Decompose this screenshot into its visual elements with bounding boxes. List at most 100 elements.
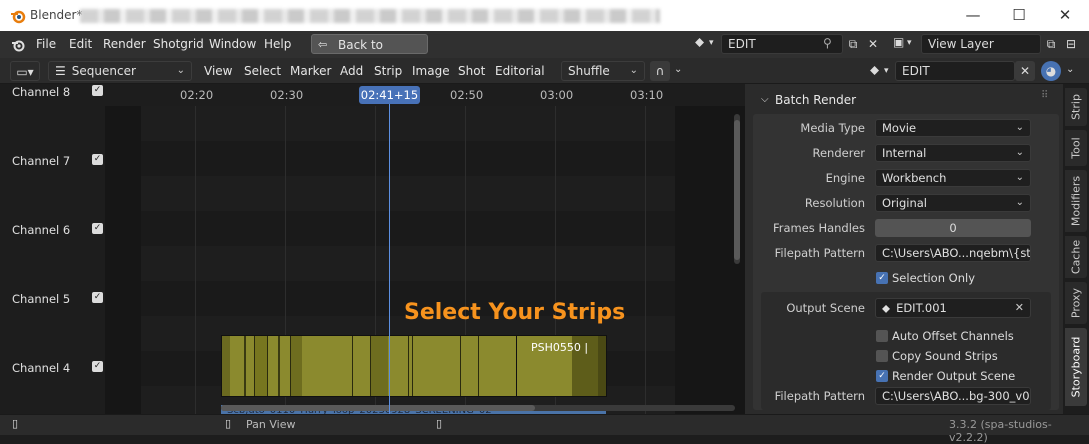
strip-cut — [412, 336, 413, 396]
blender-logo-icon — [11, 10, 26, 24]
scene-selector[interactable]: ⬥ ▾ EDIT ⚲ ⧉ ✕ — [693, 34, 885, 54]
scene-icon: ⬥ — [882, 301, 891, 315]
resolution-value: Original — [882, 196, 928, 210]
vertical-scrollbar-thumb[interactable] — [734, 120, 740, 260]
strip-segment — [290, 336, 302, 396]
renderer-dropdown[interactable]: Internal ⌄ — [875, 144, 1031, 162]
vertical-scrollbar[interactable] — [734, 114, 740, 264]
view-layer-icon: ▣ — [893, 35, 905, 49]
channel-8-checkbox[interactable]: ✓ — [92, 85, 103, 96]
minimize-button[interactable]: — — [963, 6, 983, 24]
chevron-down-icon: ⌄ — [1015, 197, 1024, 208]
resolution-dropdown[interactable]: Original ⌄ — [875, 194, 1031, 212]
chevron-down-icon: ⌄ — [176, 65, 185, 76]
strip-cut — [352, 336, 353, 396]
time-tick: 03:10 — [630, 88, 664, 102]
menu-file[interactable]: File — [36, 37, 56, 51]
window-title-path-blurred — [80, 9, 660, 23]
new-scene-icon[interactable]: ⧉ — [843, 34, 863, 54]
menu-marker[interactable]: Marker — [290, 64, 331, 78]
tab-cache[interactable]: Cache — [1065, 236, 1087, 278]
resolution-label: Resolution — [804, 196, 865, 210]
sidebar-tabs: Strip Tool Modifiers Cache Proxy Storybo… — [1063, 84, 1089, 414]
mouse-left-icon: ▯ — [12, 417, 19, 430]
sequencer-scene-field[interactable]: EDIT — [895, 61, 1015, 81]
output-scene-field[interactable]: ⬥ EDIT.001 ✕ — [875, 298, 1031, 318]
out-of-range-area — [105, 106, 141, 414]
sequencer-header: ▭▾ ☰ Sequencer ⌄ View Select Marker Add S… — [0, 58, 1089, 84]
movie-strip[interactable]: PSH0550 | — [221, 335, 607, 397]
menu-help[interactable]: Help — [264, 37, 291, 51]
tab-proxy[interactable]: Proxy — [1065, 282, 1087, 324]
view-layer-selector[interactable]: ▣ ▾ View Layer ⧉ ⊟ — [891, 34, 1085, 54]
menu-shot[interactable]: Shot — [458, 64, 485, 78]
strip-cut — [244, 336, 246, 396]
batch-render-panel-header[interactable]: ⌵ Batch Render ⠿ — [753, 90, 1059, 114]
horizontal-scrollbar[interactable] — [221, 405, 735, 411]
tab-storyboard[interactable]: Storyboard — [1065, 328, 1087, 406]
strip-label: PSH0550 | — [531, 341, 589, 354]
pin-icon[interactable]: ⚲ — [823, 36, 832, 50]
channel-7-label: Channel 7 — [12, 154, 71, 168]
copy-sound-strips-checkbox[interactable] — [876, 350, 888, 362]
menu-strip[interactable]: Strip — [374, 64, 402, 78]
menu-image[interactable]: Image — [412, 64, 450, 78]
back-to-previous-button[interactable]: ⇦ Back to Previous — [311, 34, 428, 72]
menu-shotgrid[interactable]: Shotgrid — [153, 37, 204, 51]
channel-6-checkbox[interactable]: ✓ — [92, 223, 103, 234]
menu-select[interactable]: Select — [244, 64, 281, 78]
close-window-button[interactable]: ✕ — [1055, 6, 1075, 24]
time-tick: 02:50 — [450, 88, 484, 102]
chevron-down-icon[interactable]: ▾ — [884, 66, 889, 76]
overlay-toggle-icon[interactable]: ◕ — [1041, 61, 1061, 81]
maximize-button[interactable]: ☐ — [1009, 6, 1029, 24]
clear-scene-icon[interactable]: ✕ — [1015, 61, 1035, 81]
chevron-down-icon: ▾ — [907, 38, 912, 48]
snap-icon[interactable]: ∩ — [650, 61, 670, 81]
tab-strip[interactable]: Strip — [1065, 88, 1087, 126]
filepath-pattern-2-field[interactable]: C:\Users\ABO...bg-300_v005 — [875, 387, 1031, 405]
delete-scene-icon[interactable]: ✕ — [863, 34, 883, 54]
menu-window[interactable]: Window — [209, 37, 256, 51]
drag-handle-icon[interactable]: ⠿ — [1041, 90, 1048, 101]
frames-handles-field[interactable]: 0 — [875, 219, 1031, 237]
clear-icon[interactable]: ✕ — [1015, 299, 1024, 317]
top-menu-bar: File Edit Render Shotgrid Window Help ⇦ … — [0, 31, 1089, 72]
filepath-pattern-field[interactable]: C:\Users\ABO...nqebm\{strip} — [875, 244, 1031, 262]
tab-tool[interactable]: Tool — [1065, 130, 1087, 166]
selection-only-checkbox[interactable]: ✓ — [876, 272, 888, 284]
menu-render[interactable]: Render — [103, 37, 146, 51]
blender-menu-icon[interactable] — [10, 37, 26, 53]
new-view-layer-icon[interactable]: ⧉ — [1041, 34, 1061, 54]
tab-modifiers[interactable]: Modifiers — [1065, 170, 1087, 232]
strip-cut — [516, 336, 517, 396]
status-bar: ▯ ▯ Pan View ▯ 3.3.2 (spa-studios-v2.2.2… — [0, 414, 1089, 444]
channel-7-checkbox[interactable]: ✓ — [92, 154, 103, 165]
menu-add[interactable]: Add — [340, 64, 363, 78]
playhead-line[interactable] — [389, 104, 390, 414]
chevron-down-icon: ⌄ — [1015, 122, 1024, 133]
delete-view-layer-icon[interactable]: ⊟ — [1061, 34, 1081, 54]
engine-dropdown[interactable]: Workbench ⌄ — [875, 169, 1031, 187]
render-output-scene-checkbox[interactable]: ✓ — [876, 370, 888, 382]
view-type-dropdown[interactable]: ☰ Sequencer ⌄ — [48, 61, 192, 81]
media-type-dropdown[interactable]: Movie ⌄ — [875, 119, 1031, 137]
editor-type-icon[interactable]: ▭▾ — [10, 61, 40, 81]
channel-5-checkbox[interactable]: ✓ — [92, 292, 103, 303]
view-layer-field[interactable]: View Layer — [921, 34, 1041, 54]
playhead-time-label[interactable]: 02:41+15 — [359, 86, 420, 104]
sequencer-timeline[interactable]: 02:20 02:30 02:50 03:00 03:10 PSH0550 | … — [105, 84, 745, 414]
auto-offset-channels-checkbox[interactable] — [876, 330, 888, 342]
chevron-down-icon[interactable]: ⌄ — [674, 64, 682, 75]
overlap-mode-dropdown[interactable]: Shuffle ⌄ — [561, 61, 645, 81]
menu-editorial[interactable]: Editorial — [495, 64, 545, 78]
channel-4-checkbox[interactable]: ✓ — [92, 361, 103, 372]
strip-cut — [408, 336, 409, 396]
filepath-pattern-label: Filepath Pattern — [774, 246, 865, 260]
channel-8-label: Channel 8 — [12, 85, 71, 99]
chevron-down-icon[interactable]: ⌄ — [1066, 64, 1074, 75]
horizontal-scrollbar-thumb[interactable] — [221, 405, 535, 411]
output-scene-label: Output Scene — [786, 301, 865, 315]
menu-view[interactable]: View — [204, 64, 232, 78]
menu-edit[interactable]: Edit — [69, 37, 92, 51]
